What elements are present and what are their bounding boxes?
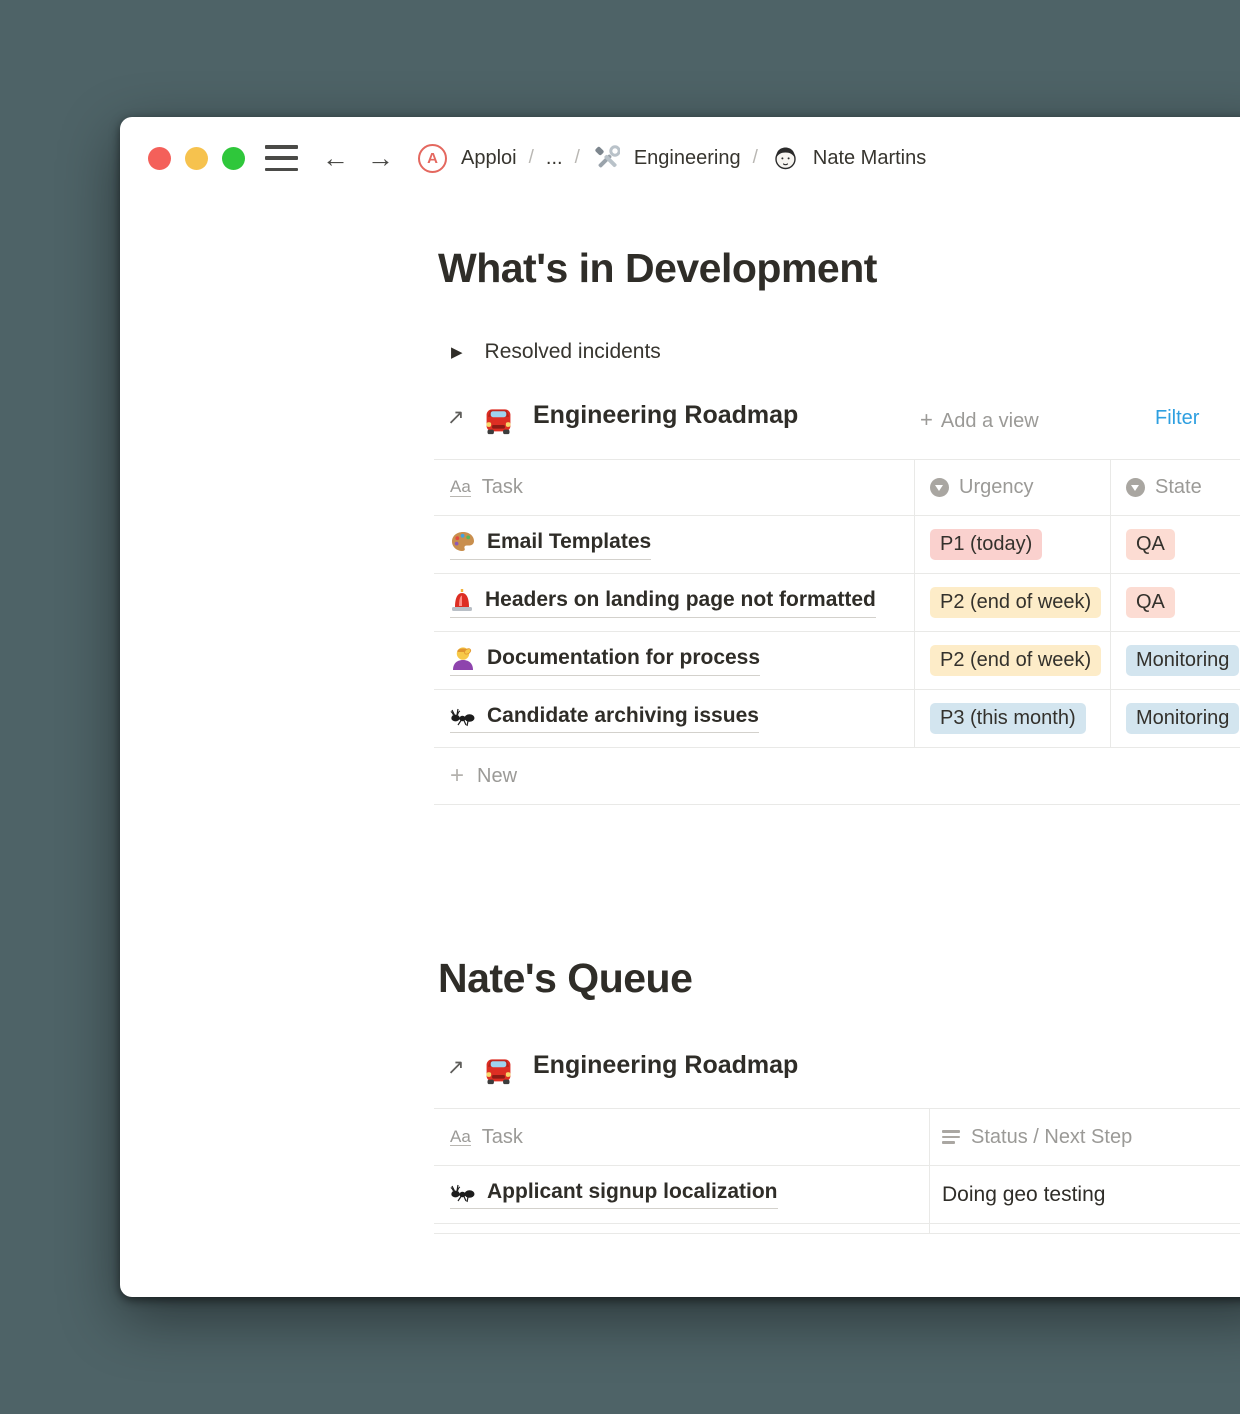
person-facepalm-icon (450, 645, 476, 671)
task-title: Candidate archiving issues (487, 704, 759, 727)
task-cell[interactable]: Candidate archiving issues (434, 690, 915, 747)
ant-icon (450, 1181, 476, 1203)
filter-button[interactable]: Filter (1155, 407, 1199, 430)
resolved-incidents-toggle[interactable]: ▶ Resolved incidents (451, 340, 661, 364)
table-row[interactable]: Candidate archiving issues P3 (this mont… (434, 690, 1240, 748)
urgency-badge: P2 (end of week) (930, 587, 1102, 618)
breadcrumb-ellipsis[interactable]: ... (546, 147, 563, 170)
select-property-icon (1126, 478, 1145, 497)
column-header-status[interactable]: Status / Next Step (930, 1109, 1240, 1165)
table-header-row: Aa Task Status / Next Step (434, 1109, 1240, 1166)
status-cell[interactable]: Doing geo testing (930, 1166, 1240, 1223)
minimize-button[interactable] (185, 146, 208, 170)
roadmap-header: ↗ Engineering Roadmap + Add a view Filter (120, 398, 1240, 442)
status-value: Doing geo testing (942, 1182, 1106, 1206)
open-in-full-icon[interactable]: ↗ (447, 1055, 465, 1080)
task-title: Email Templates (487, 530, 652, 553)
roadmap-title[interactable]: Engineering Roadmap (533, 1051, 798, 1080)
task-cell[interactable]: Applicant signup localization (434, 1166, 930, 1223)
urgency-badge: P1 (today) (930, 529, 1043, 560)
urgency-badge: P2 (end of week) (930, 645, 1102, 676)
state-badge: QA (1126, 587, 1175, 618)
red-car-icon (482, 1053, 515, 1086)
column-header-urgency[interactable]: Urgency (915, 460, 1111, 515)
plus-icon: + (450, 762, 465, 789)
urgency-cell[interactable]: P3 (this month) (915, 690, 1111, 747)
table-row[interactable]: Applicant signup localization Doing geo … (434, 1166, 1240, 1224)
task-title: Headers on landing page not formatted (485, 588, 876, 611)
new-row-button[interactable]: + New (434, 748, 1240, 805)
breadcrumb-separator: / (574, 147, 580, 168)
hammer-wrench-icon (594, 145, 620, 171)
close-button[interactable] (148, 146, 171, 170)
column-header-task[interactable]: Aa Task (434, 1109, 930, 1165)
select-property-icon (930, 478, 949, 497)
task-cell[interactable]: Documentation for process (434, 632, 915, 689)
back-arrow-icon[interactable]: ← (322, 144, 349, 172)
forward-arrow-icon[interactable]: → (367, 144, 394, 172)
breadcrumb-separator: / (752, 147, 758, 168)
task-link[interactable]: Email Templates (450, 529, 652, 560)
titlebar: ← → A Apploi / ... / Engineering / Nate … (148, 139, 926, 177)
table-row[interactable]: Documentation for process P2 (end of wee… (434, 632, 1240, 690)
urgency-cell[interactable]: P2 (end of week) (915, 574, 1111, 631)
state-cell[interactable]: Monitoring (1111, 632, 1240, 689)
ant-icon (450, 705, 476, 727)
apploi-logo-icon: A (418, 143, 447, 173)
add-view-button[interactable]: + Add a view (920, 407, 1039, 433)
page-title: What's in Development (438, 245, 877, 291)
title-property-icon: Aa (450, 477, 471, 497)
roadmap-header: ↗ Engineering Roadmap (120, 1048, 1240, 1092)
task-title: Applicant signup localization (487, 1180, 778, 1203)
red-car-icon (482, 403, 515, 436)
queue-title: Nate's Queue (438, 955, 693, 1001)
table-row[interactable]: Headers on landing page not formatted P2… (434, 574, 1240, 632)
menu-icon[interactable] (265, 145, 298, 171)
roadmap-title[interactable]: Engineering Roadmap (533, 401, 798, 430)
roadmap-table: Aa Task Urgency State Email Templates P1… (434, 459, 1240, 805)
desktop-background: ← → A Apploi / ... / Engineering / Nate … (0, 0, 1240, 1414)
urgency-badge: P3 (this month) (930, 703, 1086, 734)
task-link[interactable]: Candidate archiving issues (450, 704, 759, 733)
state-cell[interactable]: QA (1111, 516, 1240, 573)
task-link[interactable]: Documentation for process (450, 645, 761, 676)
state-badge: Monitoring (1126, 645, 1240, 676)
man-face-avatar-icon (772, 145, 799, 172)
toggle-label: Resolved incidents (484, 340, 661, 363)
urgency-cell[interactable]: P2 (end of week) (915, 632, 1111, 689)
breadcrumb-workspace[interactable]: Apploi (461, 147, 517, 170)
text-property-icon (942, 1130, 960, 1144)
task-cell[interactable]: Headers on landing page not formatted (434, 574, 915, 631)
notion-window: ← → A Apploi / ... / Engineering / Nate … (120, 117, 1240, 1297)
column-header-task[interactable]: Aa Task (434, 460, 915, 515)
breadcrumb-current-page[interactable]: Nate Martins (813, 147, 926, 170)
state-badge: QA (1126, 529, 1175, 560)
title-property-icon: Aa (450, 1126, 471, 1147)
plus-icon: + (920, 407, 933, 432)
state-cell[interactable]: QA (1111, 574, 1240, 631)
breadcrumb-parent-page[interactable]: Engineering (634, 147, 741, 170)
table-header-row: Aa Task Urgency State (434, 460, 1240, 516)
column-header-state[interactable]: State (1111, 460, 1240, 515)
state-cell[interactable]: Monitoring (1111, 690, 1240, 747)
partial-empty-row (434, 1224, 1240, 1234)
queue-table: Aa Task Status / Next Step Applicant sig… (434, 1108, 1240, 1234)
task-link[interactable]: Headers on landing page not formatted (450, 587, 876, 618)
breadcrumb-separator: / (528, 147, 534, 168)
toggle-triangle-icon[interactable]: ▶ (451, 343, 463, 361)
task-link[interactable]: Applicant signup localization (450, 1180, 778, 1209)
table-row[interactable]: Email Templates P1 (today) QA (434, 516, 1240, 574)
task-title: Documentation for process (487, 646, 761, 669)
palette-icon (450, 529, 476, 555)
open-in-full-icon[interactable]: ↗ (447, 405, 465, 430)
task-cell[interactable]: Email Templates (434, 516, 915, 573)
state-badge: Monitoring (1126, 703, 1240, 734)
zoom-button[interactable] (222, 146, 245, 170)
urgency-cell[interactable]: P1 (today) (915, 516, 1111, 573)
rotating-light-icon (450, 587, 474, 613)
